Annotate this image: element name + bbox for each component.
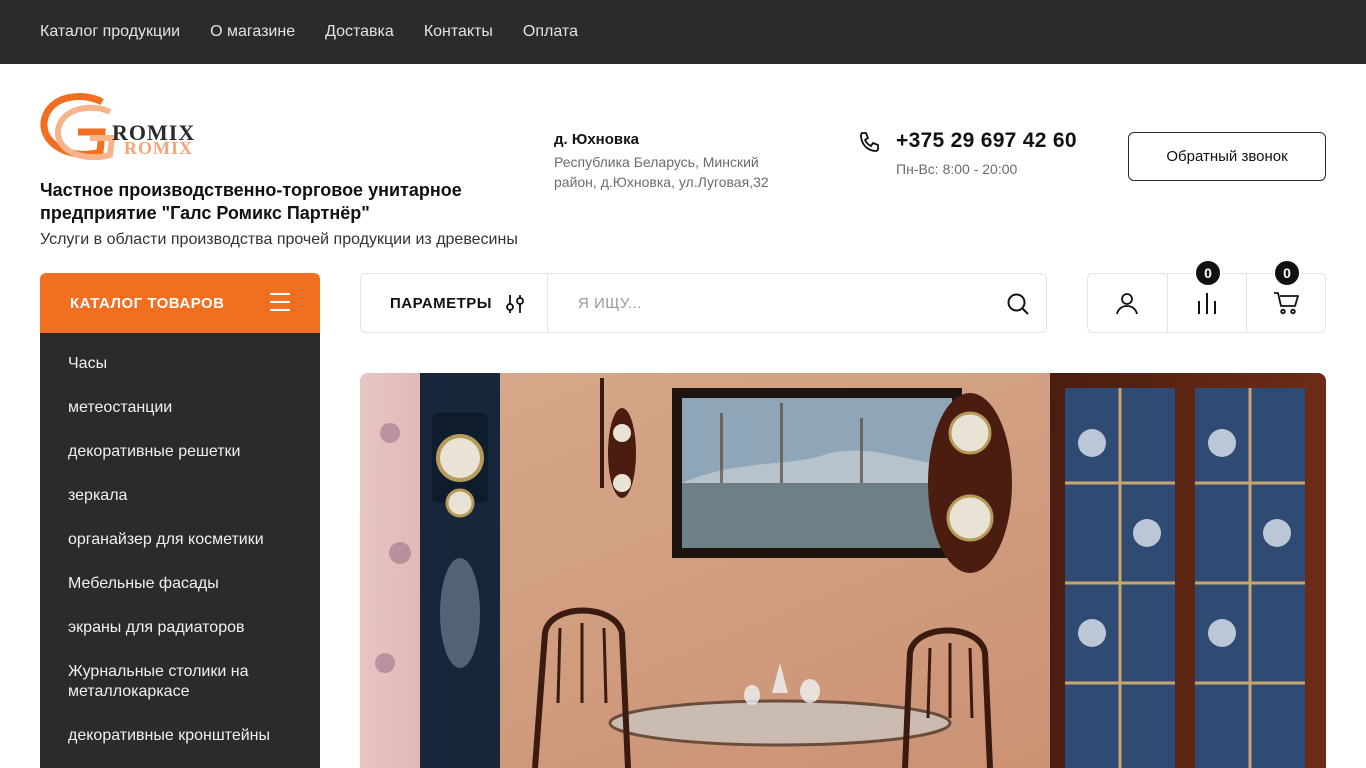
address-text: Республика Беларусь, Минский район, д.Юх… xyxy=(554,154,769,190)
account-button[interactable] xyxy=(1088,274,1167,332)
compare-icon xyxy=(1197,293,1216,314)
catalog-list: Часы метеостанции декоративные решетки з… xyxy=(40,333,320,768)
callback-button[interactable]: Обратный звонок xyxy=(1128,132,1326,181)
catalog-item[interactable]: декоративные решетки xyxy=(40,442,320,462)
nav-contacts[interactable]: Контакты xyxy=(424,23,493,41)
nav-delivery[interactable]: Доставка xyxy=(325,23,394,41)
top-nav: Каталог продукции О магазине Доставка Ко… xyxy=(0,0,1366,64)
search-bar: ПАРАМЕТРЫ xyxy=(360,273,1047,333)
nav-catalog[interactable]: Каталог продукции xyxy=(40,23,180,41)
cart-button[interactable]: 0 xyxy=(1245,259,1325,332)
menu-icon xyxy=(270,293,290,311)
nav-payment[interactable]: Оплата xyxy=(523,23,578,41)
user-icon xyxy=(1116,293,1139,315)
params-button[interactable]: ПАРАМЕТРЫ xyxy=(361,274,548,332)
phone-icon xyxy=(858,130,882,154)
user-actions: 0 0 xyxy=(1087,259,1326,333)
cart-count-badge: 0 xyxy=(1272,259,1301,287)
company-subtitle: Услуги в области производства прочей про… xyxy=(40,231,518,248)
params-label: ПАРАМЕТРЫ xyxy=(390,294,492,312)
catalog-item[interactable]: Часы xyxy=(40,354,320,374)
catalog-toggle[interactable]: КАТАЛОГ ТОВАРОВ xyxy=(40,273,320,333)
hero-banner-image[interactable] xyxy=(360,373,1326,768)
catalog-item[interactable]: Мебельные фасады xyxy=(40,574,320,594)
catalog-item[interactable]: декоративные кронштейны xyxy=(40,726,320,746)
search-icon[interactable] xyxy=(1006,292,1030,316)
catalog-item[interactable]: Журнальные столики на металлокаркасе xyxy=(40,662,320,701)
catalog-item[interactable]: метеостанции xyxy=(40,398,320,418)
nav-about[interactable]: О магазине xyxy=(210,23,295,41)
catalog-title: КАТАЛОГ ТОВАРОВ xyxy=(70,294,225,312)
address-title: д. Юхновка xyxy=(554,131,639,148)
compare-count-badge: 0 xyxy=(1193,259,1222,287)
company-name: Частное производственно-торговое унитарн… xyxy=(40,180,462,223)
cart-icon xyxy=(1273,292,1299,315)
site-logo[interactable]: ROMIX ROMIX xyxy=(40,92,240,161)
filter-icon xyxy=(506,295,524,313)
catalog-item[interactable]: зеркала xyxy=(40,486,320,506)
working-hours: Пн-Вс: 8:00 - 20:00 xyxy=(896,161,1018,177)
svg-text:ROMIX: ROMIX xyxy=(124,138,193,158)
compare-button[interactable]: 0 xyxy=(1166,259,1246,332)
phone-number[interactable]: +375 29 697 42 60 xyxy=(896,129,1077,153)
catalog-item[interactable]: органайзер для косметики xyxy=(40,530,320,550)
catalog-item[interactable]: экраны для радиаторов xyxy=(40,618,320,638)
search-input[interactable] xyxy=(549,274,989,332)
